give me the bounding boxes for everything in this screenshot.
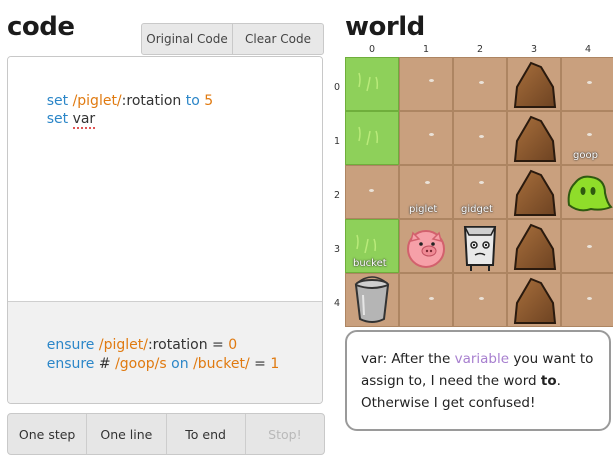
message-text: var: After the variable you want to assi… — [361, 348, 599, 414]
keyword-bold: to — [540, 373, 557, 389]
goop-label: goop — [573, 150, 598, 161]
stop-button[interactable]: Stop! — [244, 414, 324, 454]
code-title: code — [7, 12, 75, 42]
gidget-label: gidget — [461, 204, 493, 215]
row-label: 2 — [333, 190, 341, 201]
target-name: /goop/s — [115, 356, 167, 372]
goal-expression: = — [249, 356, 271, 372]
original-code-button[interactable]: Original Code — [142, 24, 232, 54]
dirt-tile — [453, 273, 507, 327]
column-label: 2 — [476, 44, 484, 55]
dirt-tile — [453, 57, 507, 111]
dirt-tile — [399, 273, 453, 327]
target-name-2: /bucket/ — [193, 356, 250, 372]
goal-line-2: ensure # /goop/s on /bucket/ = 1 — [20, 337, 280, 391]
gidget-icon — [463, 226, 497, 271]
dirt-tile — [399, 111, 453, 165]
to-end-button[interactable]: To end — [165, 414, 245, 454]
world-title: world — [345, 12, 425, 42]
count-op: # — [94, 356, 116, 372]
bucket-icon — [354, 276, 390, 323]
keyword: set — [46, 111, 69, 127]
world-grid: goop piglet gidget bucket — [345, 57, 613, 327]
error-token: var — [72, 111, 96, 129]
variable-highlight: variable — [454, 351, 510, 367]
property: :rotation — [121, 93, 182, 109]
clear-code-button[interactable]: Clear Code — [232, 24, 323, 54]
piglet-label: piglet — [409, 204, 438, 215]
row-label: 3 — [333, 244, 341, 255]
goop-icon — [567, 175, 613, 212]
dirt-tile — [561, 219, 613, 273]
row-label: 4 — [333, 298, 341, 309]
goals-area: ensure /piglet/:rotation = 0 ensure # /g… — [8, 301, 322, 403]
message-part: var: After the — [361, 351, 455, 367]
value: 5 — [204, 93, 214, 109]
code-line-2[interactable]: set var — [20, 92, 96, 146]
column-label: 0 — [368, 44, 376, 55]
dirt-tile — [561, 57, 613, 111]
row-label: 0 — [333, 82, 341, 93]
dirt-tile — [561, 273, 613, 327]
code-toolbar: Original Code Clear Code — [141, 23, 324, 55]
row-label: 1 — [333, 136, 341, 147]
keyword-to: to — [185, 93, 200, 109]
piglet-icon — [407, 230, 445, 268]
keyword-on: on — [171, 356, 189, 372]
one-step-button[interactable]: One step — [8, 414, 86, 454]
keyword: ensure — [46, 356, 95, 372]
bucket-label: bucket — [353, 258, 387, 269]
column-label: 3 — [530, 44, 538, 55]
code-area[interactable]: set /piglet/:rotation to 5 set var — [8, 57, 322, 301]
dirt-tile — [453, 111, 507, 165]
dirt-tile — [399, 57, 453, 111]
column-label: 1 — [422, 44, 430, 55]
value: 1 — [270, 356, 280, 372]
rock-column — [513, 61, 557, 324]
message-bubble: var: After the variable you want to assi… — [345, 330, 611, 431]
one-line-button[interactable]: One line — [86, 414, 165, 454]
code-editor[interactable]: set /piglet/:rotation to 5 set var ensur… — [7, 56, 323, 404]
column-label: 4 — [584, 44, 592, 55]
